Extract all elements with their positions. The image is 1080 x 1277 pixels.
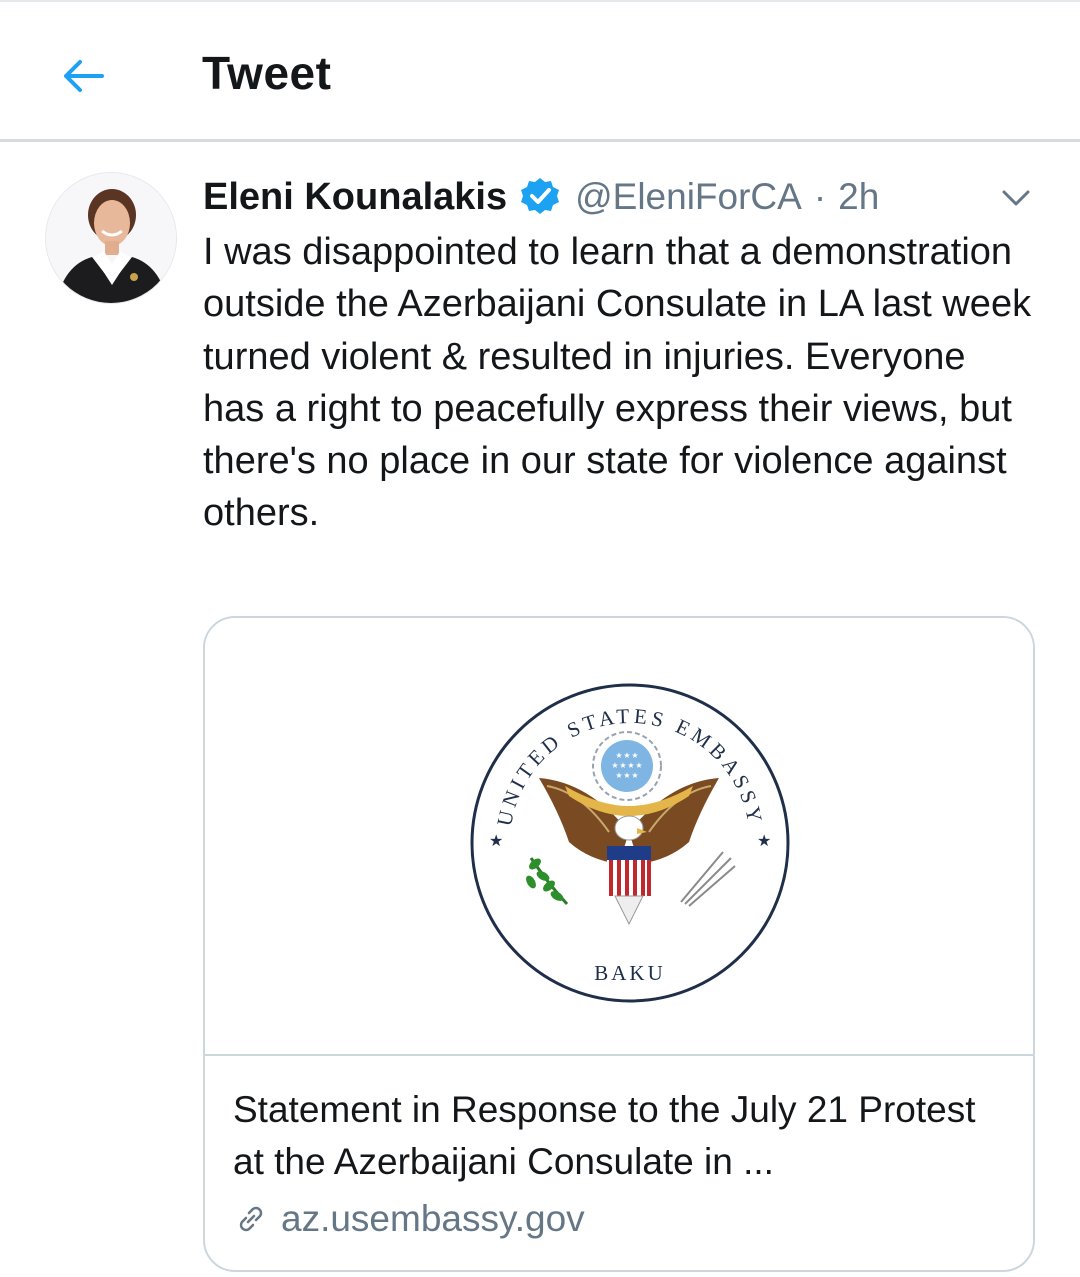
handle[interactable]: @EleniForCA xyxy=(575,176,802,218)
svg-text:★: ★ xyxy=(623,751,630,760)
verified-badge-icon xyxy=(521,178,560,214)
link-icon xyxy=(239,1206,263,1232)
profile-photo xyxy=(46,173,176,303)
link-preview-card[interactable]: UNITED STATES EMBASSY BAKU ★ ★ ★ ★ ★ ★ ★ ★ ★ … xyxy=(203,616,1035,1272)
svg-text:★: ★ xyxy=(611,761,618,770)
tweet-text: I was disappointed to learn that a demon… xyxy=(203,231,1032,535)
timestamp[interactable]: 2h xyxy=(838,176,879,218)
chevron-down-icon[interactable] xyxy=(998,180,1034,216)
svg-text:★: ★ xyxy=(635,761,642,770)
svg-text:★: ★ xyxy=(615,771,622,780)
svg-text:★: ★ xyxy=(615,751,622,760)
svg-text:★: ★ xyxy=(631,771,638,780)
card-domain: az.usembassy.gov xyxy=(281,1198,585,1239)
separator-dot: · xyxy=(813,176,827,217)
seal-star-right: ★ xyxy=(757,833,771,850)
card-title: Statement in Response to the July 21 Pro… xyxy=(233,1089,976,1182)
page-title: Tweet xyxy=(202,47,332,99)
svg-text:★: ★ xyxy=(623,771,630,780)
card-domain-row: az.usembassy.gov xyxy=(233,1196,585,1242)
arrow-left-icon xyxy=(64,60,104,92)
back-button[interactable] xyxy=(56,48,112,104)
svg-text:★: ★ xyxy=(631,751,638,760)
seal-star-left: ★ xyxy=(489,833,503,850)
card-image: UNITED STATES EMBASSY BAKU ★ ★ ★ ★ ★ ★ ★ ★ ★ … xyxy=(205,618,1033,1056)
display-name[interactable]: Eleni Kounalakis xyxy=(203,176,507,219)
avatar[interactable] xyxy=(45,172,177,304)
svg-text:★: ★ xyxy=(619,761,626,770)
svg-text:★: ★ xyxy=(627,761,634,770)
tweet-header: Eleni Kounalakis @EleniForCA · 2h xyxy=(203,172,879,222)
embassy-seal: UNITED STATES EMBASSY BAKU ★ ★ ★ ★ ★ ★ ★ ★ ★ … xyxy=(470,683,790,1003)
top-bar: Tweet xyxy=(0,2,1080,142)
seal-bottom-text: BAKU xyxy=(594,961,666,985)
